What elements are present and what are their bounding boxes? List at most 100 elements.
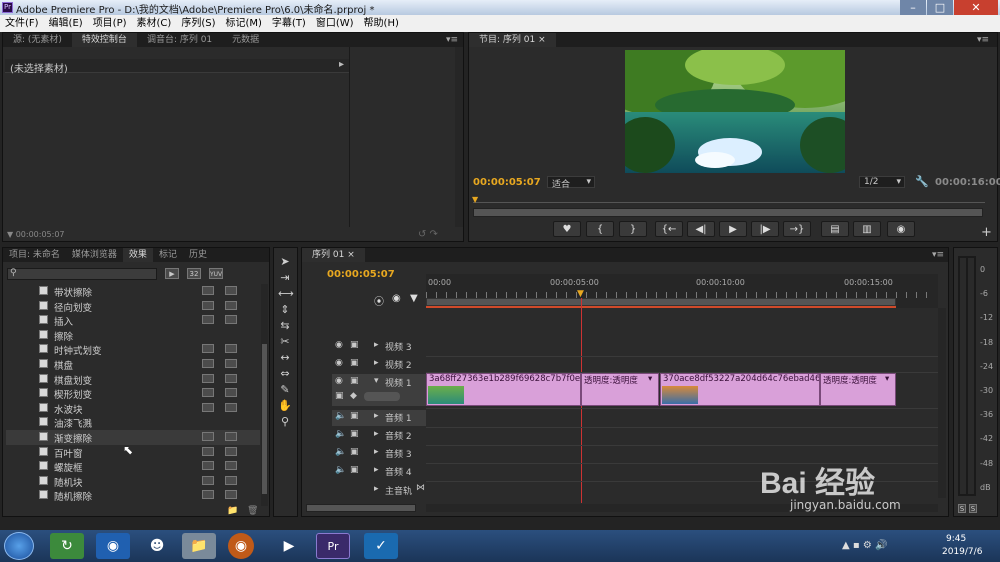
menu-project[interactable]: 项目(P) [88,15,132,32]
selection-tool-icon[interactable]: ➤ [278,255,292,269]
yuv-icon[interactable]: YUV [209,268,223,279]
timeline-timecode[interactable]: 00:00:05:07 [327,269,395,280]
zoom-scrollbar[interactable] [473,208,983,217]
go-to-in-button[interactable]: {← [655,221,683,237]
lock-icon[interactable]: ▣ [350,465,359,475]
lock-icon[interactable]: ▣ [350,358,359,368]
scrubber-ruler[interactable] [473,197,985,203]
lift-button[interactable]: ▤ [821,221,849,237]
tray-icons[interactable]: ▲ ▪ ⚙ 🔊 [842,540,887,551]
speaker-icon[interactable]: 🔈 [335,411,346,421]
lock-icon[interactable]: ▣ [350,411,359,421]
playhead-marker[interactable]: ▼ [472,195,478,204]
list-item[interactable]: 棋盘划变 [6,372,260,387]
speaker-icon[interactable]: 🔈 [335,429,346,439]
display-style-icon[interactable]: ▣ [335,391,344,401]
video-clip-fx[interactable]: 透明度:透明度 ▾ [581,373,659,406]
zoom-tool-icon[interactable]: ⚲ [278,415,292,429]
tab-metadata[interactable]: 元数据 [222,33,269,47]
keyframe-nav[interactable] [364,392,400,401]
track-select-tool-icon[interactable]: ⇥ [278,271,292,285]
vertical-scrollbar[interactable] [455,47,463,227]
export-frame-button[interactable]: ◉ [887,221,915,237]
taskbar-app-icon[interactable]: ◉ [96,533,130,559]
list-item[interactable]: 擦除 [6,328,260,343]
wrench-icon[interactable]: 🔧 [915,175,929,188]
expand-arrow-icon[interactable]: ▸ [374,465,379,475]
lock-icon[interactable]: ▣ [350,447,359,457]
taskbar-app-icon[interactable]: ✓ [364,533,398,559]
play-button[interactable]: ▶ [719,221,747,237]
menu-help[interactable]: 帮助(H) [359,15,404,32]
list-item[interactable]: 螺旋框 [6,459,260,474]
minimize-button[interactable]: – [900,0,926,15]
effects-scrollbar[interactable] [261,284,268,506]
timeline-panel-menu-icon[interactable]: ▾≡ [932,250,944,260]
tab-program[interactable]: 节目: 序列 01 × [469,33,556,47]
firefox-icon[interactable]: ◉ [228,533,254,559]
list-item[interactable]: 插入 [6,313,260,328]
slide-tool-icon[interactable]: ⇔ [278,367,292,381]
lock-icon[interactable]: ▣ [350,340,359,350]
close-button[interactable]: ✕ [954,0,998,15]
fit-dropdown[interactable]: 适合 ▾ [547,176,595,190]
tab-history[interactable]: 历史 [183,248,213,262]
expand-arrow-icon[interactable]: ▸ [374,447,379,457]
speaker-icon[interactable]: 🔈 [335,465,346,475]
taskbar-app-icon[interactable]: ▶ [272,533,306,559]
tab-audio-mixer[interactable]: 调音台: 序列 01 [137,33,222,47]
tab-project[interactable]: 项目: 未命名 [3,248,66,262]
lock-icon[interactable]: ▣ [350,376,359,386]
accelerated-effects-icon[interactable]: ▶ [165,268,179,279]
add-marker-button[interactable]: ♥ [553,221,581,237]
hand-tool-icon[interactable]: ✋ [278,399,292,413]
list-item[interactable]: 楔形划变 [6,386,260,401]
expand-arrow-icon[interactable]: ▸ [339,59,344,70]
snap-icon[interactable]: ⦿ [374,293,384,308]
eye-icon[interactable]: ◉ [335,358,343,368]
tab-effect-controls[interactable]: 特效控制台 [71,33,137,47]
list-item[interactable]: 水波块 [6,401,260,416]
new-bin-icon[interactable]: 📁 [227,506,238,516]
video-clip[interactable]: 3a68ff27363e1b289f69628c7b7f0e0f.jpg [426,373,581,406]
resolution-dropdown[interactable]: 1/2 ▾ [859,176,905,188]
mark-out-button[interactable]: } [619,221,647,237]
effects-search-input[interactable]: ⚲ [7,268,157,280]
timeline-vertical-scrollbar[interactable] [938,308,946,498]
tab-source[interactable]: 源: (无素材) [3,33,72,47]
menu-sequence[interactable]: 序列(S) [176,15,220,32]
qq-icon[interactable]: ☻ [140,533,174,559]
expand-arrow-icon[interactable]: ▸ [374,484,379,494]
work-area-bar[interactable] [426,298,896,306]
add-button-icon[interactable]: + [981,225,992,240]
list-item[interactable]: 油漆飞溅 [6,415,260,430]
list-item[interactable]: 时钟式划变 [6,342,260,357]
expand-arrow-icon[interactable]: ▸ [374,411,379,421]
dropdown-arrow-icon[interactable]: ▾ [648,374,652,384]
step-back-button[interactable]: ◀| [687,221,715,237]
tab-sequence[interactable]: 序列 01 × [302,248,365,262]
menu-edit[interactable]: 编辑(E) [44,15,88,32]
tab-markers[interactable]: 标记 [153,248,183,262]
list-item[interactable]: 棋盘 [6,357,260,372]
expand-arrow-icon[interactable]: ▸ [374,340,379,350]
tab-media-browser[interactable]: 媒体浏览器 [66,248,123,262]
32-bit-icon[interactable]: 32 [187,268,201,279]
marker-icon[interactable]: ▼ [410,293,418,304]
list-item[interactable]: 径向划变 [6,299,260,314]
mark-in-button[interactable]: { [586,221,614,237]
speaker-icon[interactable]: 🔈 [335,447,346,457]
video-clip-fx[interactable]: 透明度:透明度 ▾ [820,373,896,406]
list-item[interactable]: 带状擦除 [6,284,260,299]
pen-tool-icon[interactable]: ✎ [278,383,292,397]
keyframe-icon[interactable]: ◆ [350,391,357,401]
timeline-horizontal-scrollbar[interactable] [306,504,416,512]
rolling-edit-tool-icon[interactable]: ⇕ [278,303,292,317]
menu-clip[interactable]: 素材(C) [132,15,177,32]
rate-stretch-tool-icon[interactable]: ⇆ [278,319,292,333]
eye-icon[interactable]: ◉ [335,340,343,350]
dropdown-arrow-icon[interactable]: ▾ [885,374,889,384]
eye-icon[interactable]: ◉ [335,376,343,386]
menu-title[interactable]: 字幕(T) [267,15,311,32]
premiere-taskbar-icon[interactable]: Pr [316,533,350,559]
